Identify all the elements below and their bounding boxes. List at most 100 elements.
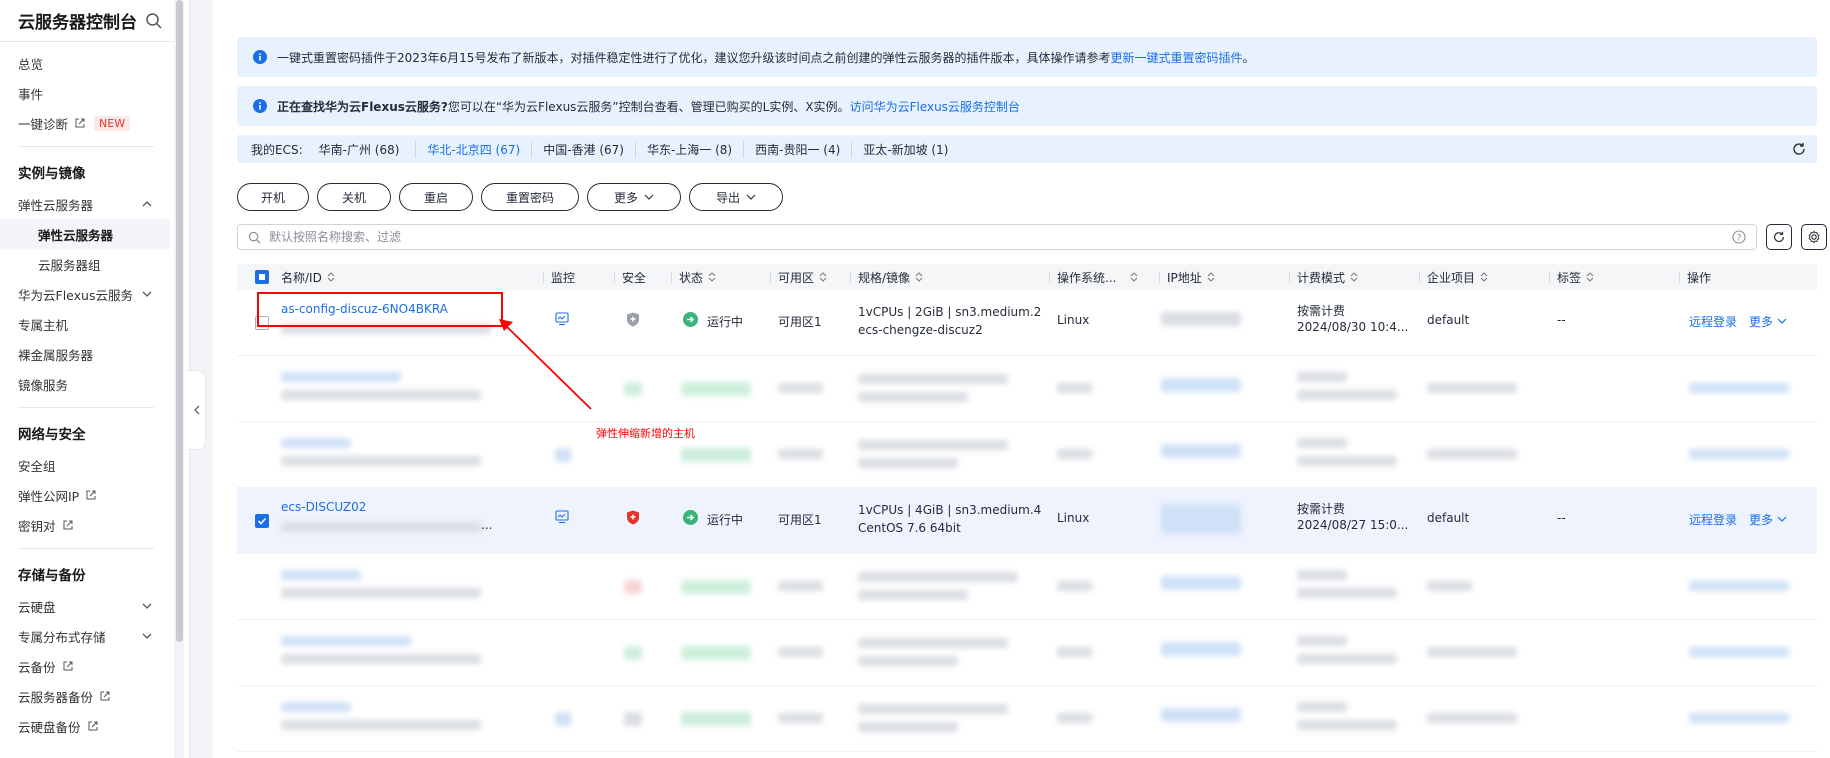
remote-login-link[interactable]: 远程登录 bbox=[1689, 313, 1737, 330]
refresh-icon[interactable] bbox=[1791, 141, 1807, 157]
instance-name-link[interactable]: ecs-DISCUZ02 bbox=[281, 500, 366, 514]
redacted-az bbox=[778, 647, 823, 657]
id-ellipsis: ... bbox=[481, 518, 493, 532]
redacted-project bbox=[1427, 449, 1517, 459]
column-header-spec[interactable]: 规格/镜像 bbox=[849, 264, 923, 290]
monitor-chart-icon[interactable] bbox=[555, 510, 569, 524]
region-hongkong[interactable]: 中国-香港 (67) bbox=[531, 140, 635, 158]
redacted-os bbox=[1057, 581, 1092, 591]
sidebar-item-evs[interactable]: 云硬盘 bbox=[0, 591, 189, 621]
search-bar[interactable]: ? bbox=[237, 224, 1757, 250]
region-guiyang1[interactable]: 西南-贵阳一 (4) bbox=[743, 140, 851, 158]
status-text: 运行中 bbox=[707, 513, 744, 527]
start-button[interactable]: 开机 bbox=[237, 183, 309, 211]
sidebar-item-overview[interactable]: 总览 bbox=[0, 48, 189, 78]
refresh-list-button[interactable] bbox=[1766, 224, 1792, 250]
region-shanghai1[interactable]: 华东-上海一 (8) bbox=[634, 140, 743, 158]
column-header-status[interactable]: 状态 bbox=[670, 264, 716, 290]
az-text: 可用区1 bbox=[778, 315, 822, 329]
help-icon[interactable]: ? bbox=[1732, 230, 1746, 244]
restart-button[interactable]: 重启 bbox=[399, 183, 473, 211]
reset-password-button[interactable]: 重置密码 bbox=[481, 183, 579, 211]
sidebar-item-eip[interactable]: 弹性公网IP bbox=[0, 480, 189, 510]
sidebar-item-cbr[interactable]: 云备份 bbox=[0, 651, 189, 681]
flexus-console-link[interactable]: 访问华为云Flexus云服务控制台 bbox=[850, 98, 1020, 115]
redacted-id bbox=[281, 588, 481, 598]
region-singapore[interactable]: 亚太-新加坡 (1) bbox=[851, 140, 959, 158]
redacted-name bbox=[281, 702, 351, 712]
search-icon[interactable] bbox=[145, 12, 163, 30]
redacted-os bbox=[1057, 449, 1092, 459]
indeterminate-icon bbox=[259, 274, 265, 280]
redacted-ip bbox=[1161, 312, 1241, 326]
divider bbox=[18, 146, 154, 147]
table-row bbox=[237, 686, 1817, 752]
remote-login-link[interactable]: 远程登录 bbox=[1689, 511, 1737, 528]
column-header-billing[interactable]: 计费模式 bbox=[1288, 264, 1358, 290]
sidebar-header: 云服务器控制台 bbox=[0, 0, 181, 42]
sidebar-item-ecs[interactable]: 弹性云服务器 bbox=[0, 189, 189, 219]
annotation-label: 弹性伸缩新增的主机 bbox=[596, 427, 695, 440]
redacted-billing bbox=[1297, 636, 1347, 646]
column-header-os[interactable]: 操作系统... bbox=[1048, 264, 1138, 290]
stop-button[interactable]: 关机 bbox=[317, 183, 391, 211]
sidebar-item-events[interactable]: 事件 bbox=[0, 78, 189, 108]
banner-tail: 。 bbox=[1242, 50, 1255, 65]
sidebar-item-security-group[interactable]: 安全组 bbox=[0, 450, 189, 480]
sidebar-item-label: 安全组 bbox=[18, 458, 56, 474]
redacted-spec bbox=[858, 440, 1008, 450]
column-header-project[interactable]: 企业项目 bbox=[1418, 264, 1488, 290]
row-checkbox[interactable] bbox=[255, 514, 269, 528]
collapse-sidebar-button[interactable] bbox=[188, 370, 206, 450]
sidebar-item-keypair[interactable]: 密钥对 bbox=[0, 510, 189, 540]
redacted-billing bbox=[1297, 702, 1347, 712]
external-link-icon bbox=[75, 118, 85, 128]
region-guangzhou[interactable]: 华南-广州 (68) bbox=[319, 141, 416, 158]
sidebar-item-server-group[interactable]: 云服务器组 bbox=[0, 249, 189, 279]
external-link-icon bbox=[100, 691, 110, 701]
new-badge: NEW bbox=[94, 115, 131, 131]
sidebar-item-csbs[interactable]: 云服务器备份 bbox=[0, 681, 189, 711]
console-title: 云服务器控制台 bbox=[18, 13, 137, 33]
chevron-down-icon bbox=[1777, 516, 1787, 522]
table-header: 名称/ID 监控 安全 状态 可用区 规格/镜像 操作系统... IP地址 计费… bbox=[237, 264, 1817, 290]
row-more-link[interactable]: 更多 bbox=[1749, 313, 1787, 330]
column-header-ip[interactable]: IP地址 bbox=[1159, 264, 1215, 290]
search-input[interactable] bbox=[269, 230, 1669, 244]
redacted-image bbox=[858, 392, 968, 402]
export-label: 导出 bbox=[715, 190, 740, 205]
sidebar-item-ims[interactable]: 镜像服务 bbox=[0, 369, 189, 399]
sidebar-scrollbar-thumb[interactable] bbox=[176, 0, 183, 642]
update-plugin-link[interactable]: 更新一键式重置密码插件 bbox=[1110, 49, 1242, 66]
shield-icon[interactable] bbox=[626, 312, 640, 327]
sidebar-item-flexus[interactable]: 华为云Flexus云服务 bbox=[0, 279, 189, 309]
select-all-checkbox[interactable] bbox=[255, 270, 269, 284]
column-header-security: 安全 bbox=[613, 264, 646, 290]
sidebar-item-bms[interactable]: 裸金属服务器 bbox=[0, 339, 189, 369]
sidebar-item-diagnosis[interactable]: 一键诊断 NEW bbox=[0, 108, 189, 138]
sort-icon bbox=[708, 272, 716, 282]
shield-alert-icon[interactable] bbox=[626, 510, 640, 525]
redacted-project bbox=[1427, 581, 1472, 591]
sidebar-item-vbs[interactable]: 云硬盘备份 bbox=[0, 711, 189, 741]
region-beijing4[interactable]: 华北-北京四 (67) bbox=[415, 140, 531, 158]
sidebar-item-label: 云硬盘 bbox=[18, 599, 56, 615]
row-more-link[interactable]: 更多 bbox=[1749, 511, 1787, 528]
table-settings-button[interactable] bbox=[1801, 224, 1827, 250]
export-button[interactable]: 导出 bbox=[689, 183, 783, 211]
sidebar-item-label: 一键诊断 bbox=[18, 116, 69, 132]
more-actions-button[interactable]: 更多 bbox=[587, 183, 681, 211]
redacted-os bbox=[1057, 647, 1092, 657]
redacted-project bbox=[1427, 647, 1517, 657]
sidebar-item-ecs-list[interactable]: 弹性云服务器 bbox=[0, 219, 170, 249]
column-header-name[interactable]: 名称/ID bbox=[281, 264, 335, 290]
banner-text: 您可以在“华为云Flexus云服务”控制台查看、管理已购买的L实例、X实例。 bbox=[447, 99, 850, 114]
sidebar-item-dedicated-host[interactable]: 专属主机 bbox=[0, 309, 189, 339]
column-header-az[interactable]: 可用区 bbox=[769, 264, 827, 290]
redacted-status bbox=[681, 580, 751, 594]
info-icon bbox=[253, 50, 267, 64]
sidebar-item-label: 云服务器备份 bbox=[18, 689, 94, 705]
sidebar-item-label: 总览 bbox=[18, 56, 44, 72]
sidebar-item-dss[interactable]: 专属分布式存储 bbox=[0, 621, 189, 651]
column-header-tags[interactable]: 标签 bbox=[1548, 264, 1594, 290]
